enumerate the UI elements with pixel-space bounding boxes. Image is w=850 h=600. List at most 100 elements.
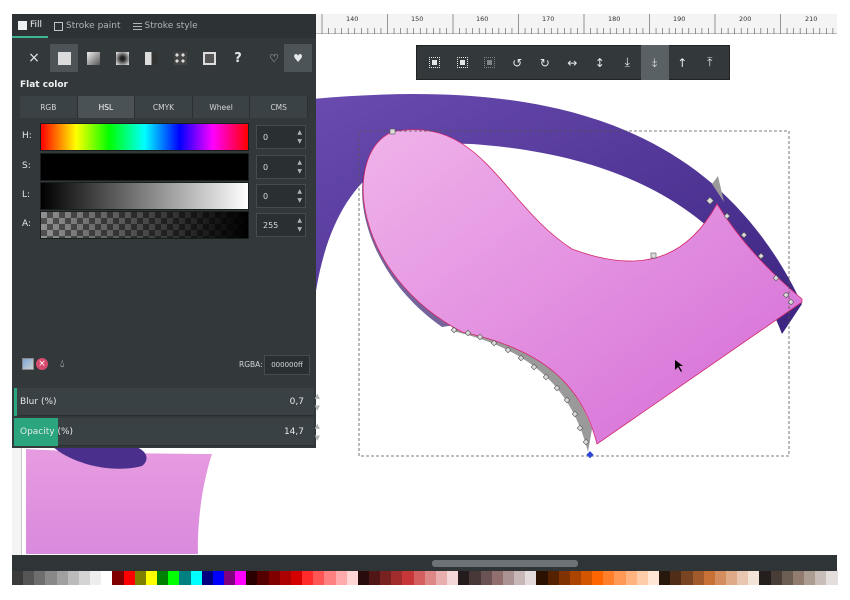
palette-swatch[interactable] [391, 571, 403, 585]
saturation-slider[interactable] [40, 153, 249, 181]
rotate-ccw-button[interactable]: ↺ [504, 45, 532, 80]
palette-swatch[interactable] [770, 571, 782, 585]
palette-swatch[interactable] [558, 571, 570, 585]
palette-swatch[interactable] [480, 571, 492, 585]
palette-swatch[interactable] [357, 571, 369, 585]
palette-swatch[interactable] [67, 571, 79, 585]
tab-cmyk[interactable]: CMYK [135, 96, 193, 118]
no-paint-button[interactable]: × [20, 44, 48, 72]
palette-swatch[interactable] [435, 571, 448, 585]
rotate-cw-button[interactable]: ↻ [531, 45, 559, 80]
anchor-node[interactable] [586, 451, 594, 459]
palette-swatch[interactable] [179, 571, 191, 585]
palette-swatch[interactable] [246, 571, 258, 585]
lightness-slider[interactable] [40, 182, 249, 210]
palette-swatch[interactable] [737, 571, 749, 585]
palette-swatch[interactable] [703, 571, 715, 585]
pattern-button[interactable] [166, 44, 194, 72]
eyedropper-icon[interactable]: 💧︎ [60, 357, 64, 371]
palette-swatch[interactable] [447, 571, 459, 585]
tab-stroke-paint[interactable]: Stroke paint [48, 14, 127, 38]
palette-swatch[interactable] [502, 571, 515, 585]
palette-swatch[interactable] [78, 571, 91, 585]
palette-swatch[interactable] [23, 571, 35, 585]
palette-swatch[interactable] [268, 571, 280, 585]
palette-swatch[interactable] [424, 571, 436, 585]
alpha-slider[interactable] [40, 211, 249, 239]
palette-swatch[interactable] [647, 571, 660, 585]
palette-swatch[interactable] [636, 571, 648, 585]
palette-swatch[interactable] [692, 571, 704, 585]
palette-swatch[interactable] [369, 571, 381, 585]
palette-swatch[interactable] [201, 571, 213, 585]
linear-gradient-button[interactable] [79, 44, 107, 72]
palette-swatch[interactable] [168, 571, 180, 585]
saturation-spinbox[interactable]: 0 ▲ ▼ [256, 155, 306, 179]
spin-arrows-icon[interactable]: ▲ ▼ [315, 420, 320, 444]
palette-swatch[interactable] [592, 571, 604, 585]
palette-swatch[interactable] [781, 571, 793, 585]
select-all-button[interactable] [421, 45, 449, 80]
spin-arrows-icon[interactable]: ▲ ▼ [297, 158, 302, 176]
tab-cms[interactable]: CMS [250, 96, 308, 118]
spin-arrows-icon[interactable]: ▲ ▼ [297, 128, 302, 146]
palette-swatch[interactable] [190, 571, 202, 585]
raise-to-top-button[interactable]: ⤒ [696, 45, 724, 80]
palette-swatch[interactable] [346, 571, 358, 585]
palette-swatch[interactable] [580, 571, 593, 585]
palette-swatch[interactable] [748, 571, 760, 585]
tab-hsl[interactable]: HSL [77, 96, 136, 118]
palette-swatch[interactable] [235, 571, 247, 585]
palette-swatch[interactable] [45, 571, 57, 585]
palette-swatch[interactable] [12, 571, 24, 585]
palette-swatch[interactable] [603, 571, 615, 585]
palette-swatch[interactable] [759, 571, 771, 585]
palette-swatch[interactable] [491, 571, 503, 585]
unset-paint-button[interactable]: ? [224, 44, 252, 72]
palette-swatch[interactable] [90, 571, 102, 585]
palette-swatch[interactable] [402, 571, 414, 585]
palette-swatch[interactable] [815, 571, 827, 585]
palette-swatch[interactable] [157, 571, 169, 585]
palette-swatch[interactable] [614, 571, 626, 585]
deselect-button[interactable] [476, 45, 504, 80]
palette-swatch[interactable] [123, 571, 135, 585]
palette-swatch[interactable] [223, 571, 236, 585]
palette-swatch[interactable] [469, 571, 481, 585]
palette-swatch[interactable] [569, 571, 581, 585]
lower-to-bottom-button[interactable]: ⤓ [614, 45, 642, 80]
flat-color-button[interactable] [50, 44, 78, 72]
color-managed-icon[interactable] [22, 358, 34, 370]
palette-swatch[interactable] [302, 571, 314, 585]
lower-button[interactable]: ⤈ [641, 45, 669, 80]
hue-slider[interactable] [40, 123, 249, 151]
fill-rule-nonzero-button[interactable]: ♥ [284, 44, 312, 72]
tab-rgb[interactable]: RGB [20, 96, 78, 118]
palette-swatch[interactable] [714, 571, 726, 585]
palette-swatch[interactable] [525, 571, 537, 585]
opacity-spinbox[interactable]: Opacity (%) 14,7 ▲ ▼ [14, 418, 320, 446]
selected-pink-shape[interactable] [362, 129, 803, 445]
palette-swatch[interactable] [514, 571, 526, 585]
palette-swatch[interactable] [290, 571, 303, 585]
flip-horizontal-button[interactable]: ↔ [559, 45, 587, 80]
palette-swatch[interactable] [536, 571, 548, 585]
palette-swatch[interactable] [681, 571, 693, 585]
palette-swatch[interactable] [380, 571, 392, 585]
mesh-gradient-button[interactable] [137, 44, 165, 72]
tab-stroke-style[interactable]: Stroke style [127, 14, 204, 38]
palette-swatch[interactable] [413, 571, 425, 585]
palette-swatch[interactable] [257, 571, 269, 585]
palette-swatch[interactable] [324, 571, 336, 585]
select-all-layers-button[interactable] [449, 45, 477, 80]
palette-swatch[interactable] [726, 571, 738, 585]
palette-swatch[interactable] [792, 571, 805, 585]
spin-arrows-icon[interactable]: ▲ ▼ [315, 390, 320, 414]
spin-arrows-icon[interactable]: ▲ ▼ [297, 187, 302, 205]
spin-arrows-icon[interactable]: ▲ ▼ [297, 216, 302, 234]
palette-swatch[interactable] [112, 571, 124, 585]
radial-gradient-button[interactable] [108, 44, 136, 72]
palette-swatch[interactable] [458, 571, 470, 585]
palette-swatch[interactable] [34, 571, 46, 585]
palette-swatch[interactable] [313, 571, 325, 585]
